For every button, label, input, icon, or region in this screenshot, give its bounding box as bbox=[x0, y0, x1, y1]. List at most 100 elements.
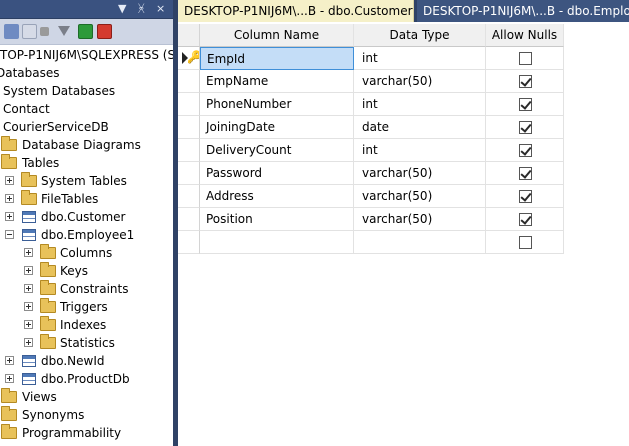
data-type-cell[interactable]: varchar(50) bbox=[354, 208, 486, 231]
folder-icon bbox=[40, 280, 56, 295]
tree-item-synonyms[interactable]: Synonyms bbox=[0, 406, 173, 424]
column-name-cell[interactable]: Address bbox=[200, 185, 354, 208]
dropdown-icon[interactable]: ▼ bbox=[118, 1, 126, 17]
tree-item-keys[interactable]: Keys bbox=[0, 262, 173, 280]
tab-dbo-customer[interactable]: DESKTOP-P1NIJ6M\...B - dbo.Customer bbox=[178, 0, 414, 22]
allow-nulls-checkbox[interactable] bbox=[519, 75, 532, 88]
expand-icon[interactable] bbox=[24, 248, 33, 257]
data-type-cell[interactable]: int bbox=[354, 139, 486, 162]
row-selector[interactable] bbox=[178, 116, 200, 139]
expand-icon[interactable] bbox=[5, 374, 14, 383]
row-selector[interactable] bbox=[178, 162, 200, 185]
expand-icon[interactable] bbox=[5, 176, 14, 185]
data-type-cell[interactable] bbox=[354, 231, 486, 254]
filter-icon[interactable] bbox=[58, 26, 70, 36]
allow-nulls-header[interactable]: Allow Nulls bbox=[486, 24, 564, 47]
collapse-icon[interactable] bbox=[5, 230, 14, 239]
data-type-cell[interactable]: varchar(50) bbox=[354, 162, 486, 185]
pin-icon[interactable]: ᚸ bbox=[138, 1, 145, 17]
tree-item-dbo-productdb[interactable]: dbo.ProductDb bbox=[0, 370, 173, 388]
row-selector[interactable]: 🔑 bbox=[178, 47, 200, 70]
allow-nulls-checkbox[interactable] bbox=[519, 213, 532, 226]
row-selector[interactable] bbox=[178, 139, 200, 162]
tab-dbo-employee1[interactable]: DESKTOP-P1NIJ6M\...B - dbo.Employee1 bbox=[417, 0, 629, 22]
column-name-cell[interactable]: Position bbox=[200, 208, 354, 231]
expand-icon[interactable] bbox=[24, 284, 33, 293]
expand-icon[interactable] bbox=[24, 320, 33, 329]
tree-item-databases[interactable]: Databases bbox=[0, 64, 173, 82]
table-row[interactable]: JoiningDate date bbox=[178, 116, 564, 139]
column-name-cell[interactable]: DeliveryCount bbox=[200, 139, 354, 162]
tree-item-system-tables[interactable]: System Tables bbox=[0, 172, 173, 190]
table-row[interactable]: Password varchar(50) bbox=[178, 162, 564, 185]
stop-icon[interactable] bbox=[40, 27, 49, 36]
column-name-cell[interactable]: EmpName bbox=[200, 70, 354, 93]
refresh-icon[interactable] bbox=[78, 24, 93, 39]
tree-item-dbo-newid[interactable]: dbo.NewId bbox=[0, 352, 173, 370]
tree-item-columns[interactable]: Columns bbox=[0, 244, 173, 262]
column-name-cell[interactable]: Password bbox=[200, 162, 354, 185]
tree-item-triggers[interactable]: Triggers bbox=[0, 298, 173, 316]
tree-item-label: FileTables bbox=[41, 192, 99, 206]
tree-item-indexes[interactable]: Indexes bbox=[0, 316, 173, 334]
column-name-header[interactable]: Column Name bbox=[200, 24, 354, 47]
expand-icon[interactable] bbox=[5, 212, 14, 221]
column-name-cell[interactable]: PhoneNumber bbox=[200, 93, 354, 116]
tree-item-database-diagrams[interactable]: Database Diagrams bbox=[0, 136, 173, 154]
tree-item-label: dbo.Customer bbox=[41, 210, 126, 224]
table-row[interactable]: DeliveryCount int bbox=[178, 139, 564, 162]
allow-nulls-checkbox[interactable] bbox=[519, 190, 532, 203]
allow-nulls-checkbox[interactable] bbox=[519, 121, 532, 134]
data-type-cell[interactable]: varchar(50) bbox=[354, 185, 486, 208]
tree-item-dbo-customer[interactable]: dbo.Customer bbox=[0, 208, 173, 226]
expand-icon[interactable] bbox=[5, 356, 14, 365]
tree-item-tables[interactable]: Tables bbox=[0, 154, 173, 172]
tree-item-programmability[interactable]: Programmability bbox=[0, 424, 173, 442]
activity-monitor-icon[interactable] bbox=[97, 24, 112, 39]
data-type-cell[interactable]: int bbox=[354, 47, 486, 70]
allow-nulls-checkbox[interactable] bbox=[519, 98, 532, 111]
expand-icon[interactable] bbox=[24, 338, 33, 347]
table-row[interactable]: Position varchar(50) bbox=[178, 208, 564, 231]
column-name-cell[interactable] bbox=[200, 231, 354, 254]
table-icon bbox=[22, 355, 36, 367]
expand-icon[interactable] bbox=[24, 266, 33, 275]
table-row-new[interactable] bbox=[178, 231, 564, 254]
allow-nulls-checkbox[interactable] bbox=[519, 144, 532, 157]
allow-nulls-checkbox[interactable] bbox=[519, 236, 532, 249]
row-selector[interactable] bbox=[178, 208, 200, 231]
data-type-cell[interactable]: date bbox=[354, 116, 486, 139]
data-type-cell[interactable]: varchar(50) bbox=[354, 70, 486, 93]
data-type-header[interactable]: Data Type bbox=[354, 24, 486, 47]
connect-icon[interactable] bbox=[4, 24, 19, 39]
tree-item-courierservicedb[interactable]: CourierServiceDB bbox=[0, 118, 173, 136]
table-row[interactable]: Address varchar(50) bbox=[178, 185, 564, 208]
disconnect-icon[interactable] bbox=[22, 24, 37, 39]
expand-icon[interactable] bbox=[24, 302, 33, 311]
allow-nulls-checkbox[interactable] bbox=[519, 167, 532, 180]
table-icon bbox=[22, 229, 36, 241]
row-selector[interactable] bbox=[178, 185, 200, 208]
table-row[interactable]: PhoneNumber int bbox=[178, 93, 564, 116]
close-icon[interactable]: × bbox=[156, 1, 165, 17]
explorer-titlebar: ▼ ᚸ × bbox=[0, 0, 173, 19]
column-name-cell[interactable]: JoiningDate bbox=[200, 116, 354, 139]
allow-nulls-checkbox[interactable] bbox=[519, 52, 532, 65]
column-name-cell[interactable]: EmpId bbox=[200, 47, 354, 70]
tree-item-constraints[interactable]: Constraints bbox=[0, 280, 173, 298]
tree-item-system-databases[interactable]: System Databases bbox=[0, 82, 173, 100]
tree-item-server[interactable]: TOP-P1NIJ6M\SQLEXPRESS (SQL S bbox=[0, 46, 173, 64]
data-type-cell[interactable]: int bbox=[354, 93, 486, 116]
tree-item-views[interactable]: Views bbox=[0, 388, 173, 406]
row-selector[interactable] bbox=[178, 93, 200, 116]
tree-item-dbo-employee1[interactable]: dbo.Employee1 bbox=[0, 226, 173, 244]
table-row[interactable]: EmpName varchar(50) bbox=[178, 70, 564, 93]
tree-item-filetables[interactable]: FileTables bbox=[0, 190, 173, 208]
table-row[interactable]: 🔑 EmpId int bbox=[178, 47, 564, 70]
table-icon bbox=[22, 211, 36, 223]
tree-item-contact[interactable]: Contact bbox=[0, 100, 173, 118]
row-selector[interactable] bbox=[178, 231, 200, 254]
tree-item-statistics[interactable]: Statistics bbox=[0, 334, 173, 352]
expand-icon[interactable] bbox=[5, 194, 14, 203]
row-selector[interactable] bbox=[178, 70, 200, 93]
